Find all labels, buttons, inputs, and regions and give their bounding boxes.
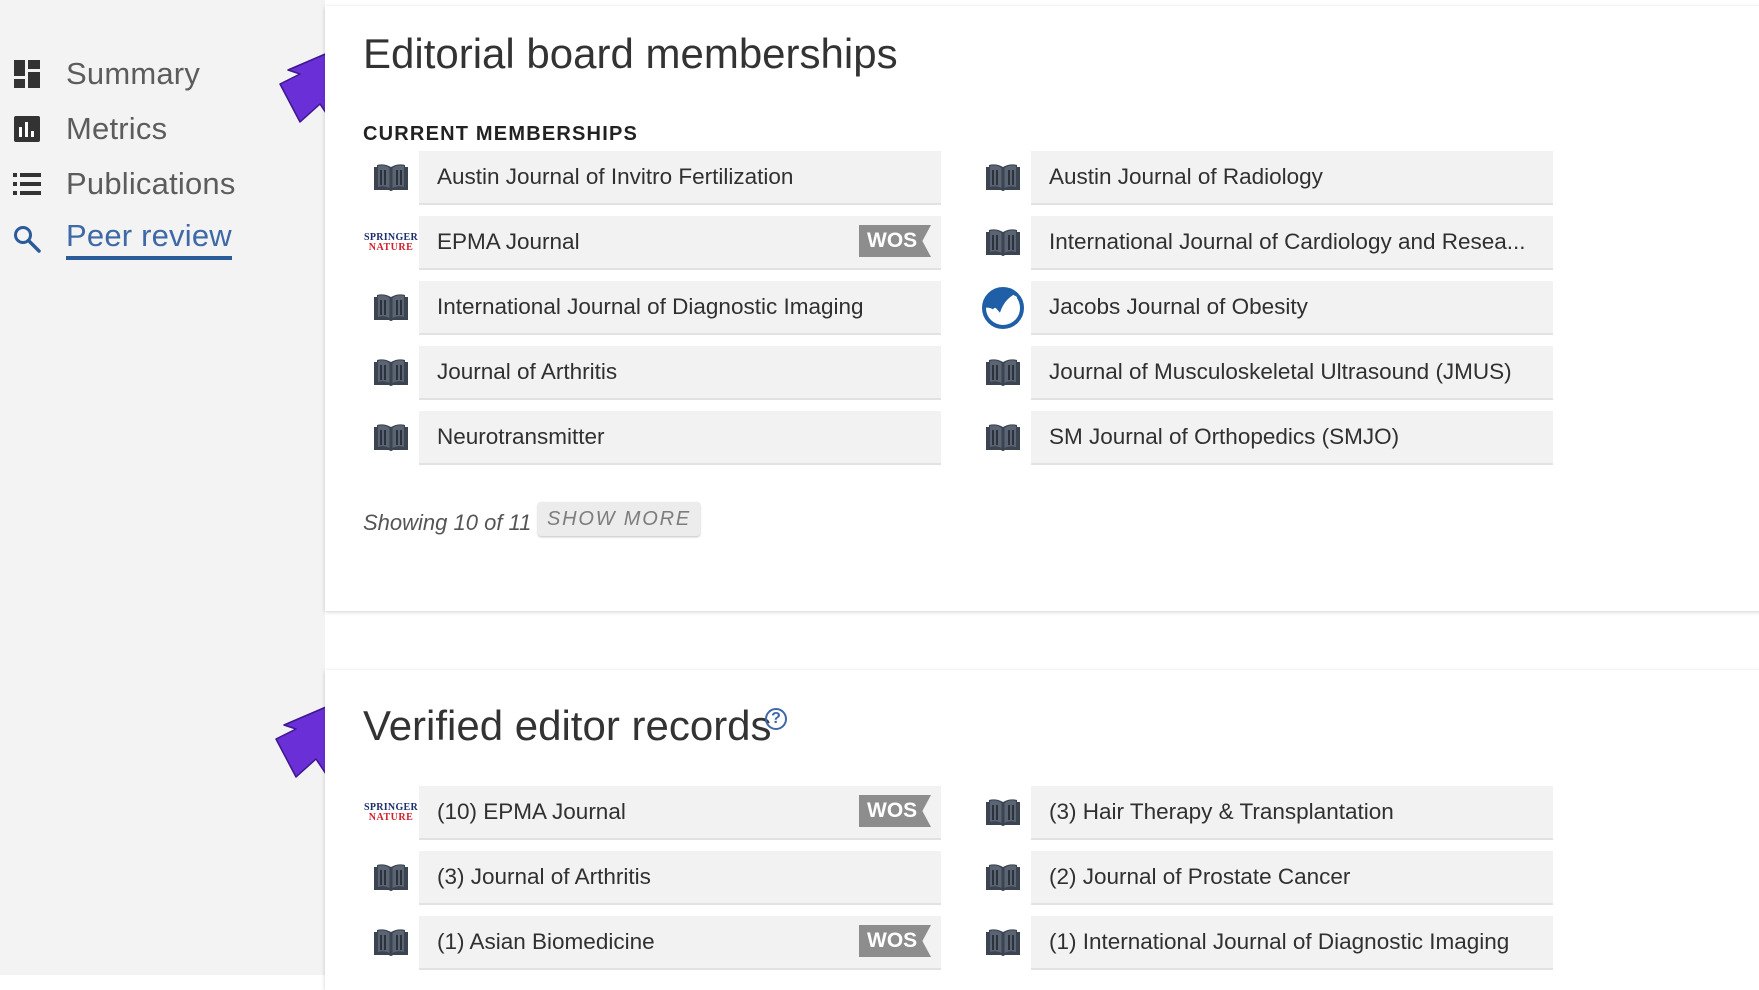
- nav-item-publications[interactable]: Publications: [12, 162, 236, 206]
- nav-item-metrics[interactable]: Metrics: [12, 107, 167, 151]
- book-icon: [975, 851, 1031, 905]
- journal-tile-body: International Journal of Cardiology and …: [1031, 216, 1553, 270]
- journal-tile-body: (1) International Journal of Diagnostic …: [1031, 916, 1553, 970]
- current-memberships-label: CURRENT MEMBERSHIPS: [363, 123, 639, 145]
- book-icon: [975, 916, 1031, 970]
- journal-tile[interactable]: (2) Journal of Prostate Cancer: [975, 851, 1553, 905]
- nav-label-publications: Publications: [66, 166, 236, 201]
- journal-name: SM Journal of Orthopedics (SMJO): [1049, 424, 1400, 449]
- journal-tile-body: (10) EPMA Journal WOS: [419, 786, 941, 840]
- book-icon: [975, 786, 1031, 840]
- journal-tile-body: Austin Journal of Radiology: [1031, 151, 1553, 205]
- nav-item-peer-review[interactable]: Peer review: [12, 217, 232, 261]
- springer-nature-logo: SPRINGER NATURE: [363, 216, 419, 270]
- wos-badge: WOS: [859, 225, 931, 257]
- journal-name: (3) Journal of Arthritis: [437, 864, 651, 889]
- jacobs-logo: [975, 281, 1031, 335]
- search-icon: [12, 224, 42, 254]
- book-icon: [363, 281, 419, 335]
- editorial-board-title: Editorial board memberships: [363, 30, 898, 77]
- editorial-board-card: Editorial board memberships CURRENT MEMB…: [325, 6, 1759, 611]
- journal-tile[interactable]: International Journal of Cardiology and …: [975, 216, 1553, 270]
- book-icon: [363, 151, 419, 205]
- book-icon: [975, 216, 1031, 270]
- journal-tile[interactable]: SM Journal of Orthopedics (SMJO): [975, 411, 1553, 465]
- wos-badge: WOS: [859, 795, 931, 827]
- journal-tile-body: (3) Journal of Arthritis: [419, 851, 941, 905]
- journal-tile[interactable]: Austin Journal of Invitro Fertilization: [363, 151, 941, 205]
- journal-tile[interactable]: Austin Journal of Radiology: [975, 151, 1553, 205]
- journal-tile-body: Neurotransmitter: [419, 411, 941, 465]
- book-icon: [363, 346, 419, 400]
- book-icon: [363, 916, 419, 970]
- verified-editor-title: Verified editor records: [363, 702, 772, 749]
- journal-tile[interactable]: SPRINGER NATURE EPMA Journal WOS: [363, 216, 941, 270]
- journal-name: International Journal of Diagnostic Imag…: [437, 294, 864, 319]
- journal-tile[interactable]: SPRINGER NATURE (10) EPMA Journal WOS: [363, 786, 941, 840]
- journal-tile-body: (3) Hair Therapy & Transplantation: [1031, 786, 1553, 840]
- springer-logo-text-bottom: NATURE: [368, 242, 414, 253]
- nav-label-metrics: Metrics: [66, 111, 168, 146]
- journal-tile[interactable]: (1) International Journal of Diagnostic …: [975, 916, 1553, 970]
- book-icon: [975, 411, 1031, 465]
- journal-tile[interactable]: (3) Journal of Arthritis: [363, 851, 941, 905]
- book-icon: [363, 851, 419, 905]
- journal-name: Journal of Musculoskeletal Ultrasound (J…: [1049, 359, 1512, 384]
- journal-name: International Journal of Cardiology and …: [1049, 229, 1526, 254]
- journal-tile[interactable]: Journal of Musculoskeletal Ultrasound (J…: [975, 346, 1553, 400]
- journal-tile-body: Journal of Musculoskeletal Ultrasound (J…: [1031, 346, 1553, 400]
- journal-tile-body: Austin Journal of Invitro Fertilization: [419, 151, 941, 205]
- nav-label-summary: Summary: [66, 56, 201, 91]
- journal-tile-body: Jacobs Journal of Obesity: [1031, 281, 1553, 335]
- help-icon[interactable]: ?: [765, 708, 787, 730]
- springer-nature-logo: SPRINGER NATURE: [363, 786, 419, 840]
- journal-name: Jacobs Journal of Obesity: [1049, 294, 1308, 319]
- list-icon: [12, 169, 42, 199]
- journal-tile[interactable]: Journal of Arthritis: [363, 346, 941, 400]
- journal-tile-body: EPMA Journal WOS: [419, 216, 941, 270]
- wos-badge: WOS: [859, 925, 931, 957]
- showing-count: Showing 10 of 11: [363, 510, 532, 535]
- journal-name: Journal of Arthritis: [437, 359, 618, 384]
- sidebar-nav: Summary Metrics Publications Peer review: [0, 0, 325, 975]
- journal-name: EPMA Journal: [437, 229, 580, 254]
- journal-tile-body: (2) Journal of Prostate Cancer: [1031, 851, 1553, 905]
- journal-tile[interactable]: (1) Asian Biomedicine WOS: [363, 916, 941, 970]
- journal-tile-body: Journal of Arthritis: [419, 346, 941, 400]
- book-icon: [975, 346, 1031, 400]
- journal-name: Austin Journal of Radiology: [1049, 164, 1323, 189]
- nav-label-peer-review: Peer review: [66, 218, 232, 260]
- journal-tile-body: International Journal of Diagnostic Imag…: [419, 281, 941, 335]
- journal-name: (1) Asian Biomedicine: [437, 929, 655, 954]
- journal-name: (10) EPMA Journal: [437, 799, 626, 824]
- show-more-button[interactable]: SHOW MORE: [538, 502, 700, 536]
- verified-editor-card: Verified editor records ? SPRINGER NATURE…: [325, 670, 1759, 990]
- journal-name: (1) International Journal of Diagnostic …: [1049, 929, 1510, 954]
- book-icon: [363, 411, 419, 465]
- journal-name: (2) Journal of Prostate Cancer: [1049, 864, 1351, 889]
- nav-item-summary[interactable]: Summary: [12, 52, 200, 96]
- book-icon: [975, 151, 1031, 205]
- journal-tile[interactable]: International Journal of Diagnostic Imag…: [363, 281, 941, 335]
- journal-name: Austin Journal of Invitro Fertilization: [437, 164, 794, 189]
- journal-tile[interactable]: Jacobs Journal of Obesity: [975, 281, 1553, 335]
- journal-tile[interactable]: Neurotransmitter: [363, 411, 941, 465]
- journal-tile[interactable]: (3) Hair Therapy & Transplantation: [975, 786, 1553, 840]
- bar-chart-icon: [12, 114, 42, 144]
- journal-name: (3) Hair Therapy & Transplantation: [1049, 799, 1394, 824]
- journal-tile-body: SM Journal of Orthopedics (SMJO): [1031, 411, 1553, 465]
- springer-logo-text-bottom: NATURE: [368, 812, 414, 823]
- journal-name: Neurotransmitter: [437, 424, 605, 449]
- dashboard-icon: [12, 59, 42, 89]
- journal-tile-body: (1) Asian Biomedicine WOS: [419, 916, 941, 970]
